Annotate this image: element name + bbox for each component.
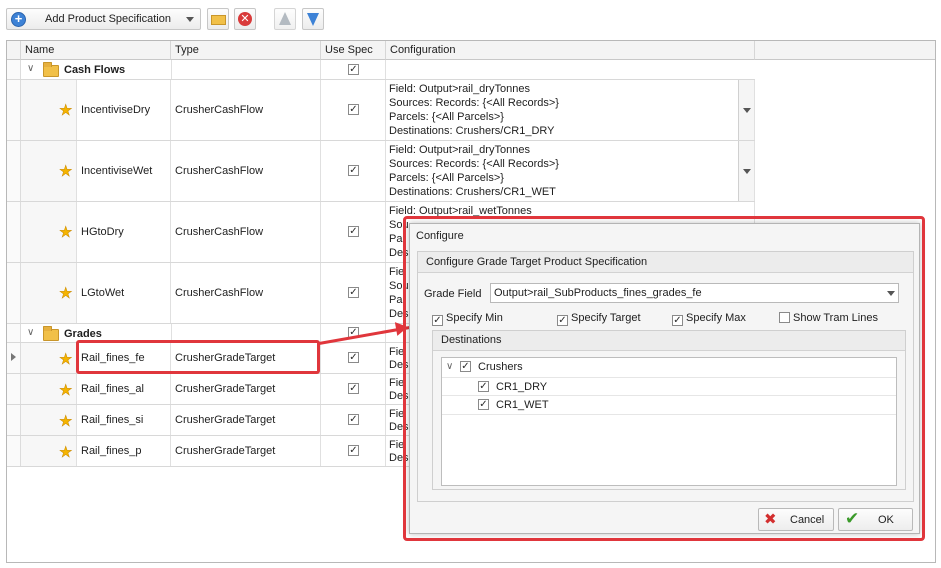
star-icon: ★ xyxy=(59,444,73,462)
config-dropdown-button[interactable] xyxy=(738,141,754,201)
star-icon: ★ xyxy=(59,102,73,120)
configuration-header-label: Configuration xyxy=(390,44,456,56)
type-cell: CrusherCashFlow xyxy=(175,226,264,238)
star-icon: ★ xyxy=(59,224,73,242)
row-indicator xyxy=(7,263,21,323)
configuration-cell[interactable]: Field: Output>rail_dryTonnes Sources: Re… xyxy=(386,141,755,201)
star-icon: ★ xyxy=(59,413,73,431)
star-icon: ★ xyxy=(59,163,73,181)
config-dropdown-button[interactable] xyxy=(738,80,754,140)
add-product-specification-label: Add Product Specification xyxy=(45,13,171,25)
group-row-cash-flows[interactable]: ∨ Cash Flows xyxy=(7,60,755,80)
type-header-label: Type xyxy=(175,44,199,56)
use-spec-checkbox[interactable] xyxy=(348,64,359,75)
configuration-column-header[interactable]: Configuration xyxy=(386,41,755,60)
row-indicator xyxy=(7,405,21,435)
row-indicator xyxy=(7,343,21,373)
delete-button[interactable]: ✕ xyxy=(234,8,256,30)
row-indicator xyxy=(7,60,21,79)
row-indicator xyxy=(7,80,21,140)
use-spec-header-label: Use Spec xyxy=(325,44,373,56)
row-indicator xyxy=(7,324,21,342)
add-product-specification-button[interactable]: + Add Product Specification xyxy=(6,8,201,30)
current-row-arrow-icon xyxy=(11,353,16,361)
open-folder-button[interactable] xyxy=(207,8,229,30)
chevron-down-icon[interactable] xyxy=(186,17,194,22)
star-icon: ★ xyxy=(59,285,73,303)
dialog-highlight-callout xyxy=(403,216,925,541)
use-spec-checkbox[interactable] xyxy=(348,287,359,298)
group-title: Grades xyxy=(64,328,102,340)
table-row[interactable]: ★ IncentiviseWet CrusherCashFlow Field: … xyxy=(7,141,755,202)
toolbar: + Add Product Specification ✕ xyxy=(0,0,941,37)
row-indicator xyxy=(7,436,21,466)
name-cell: Rail_fines_al xyxy=(81,383,144,395)
move-down-button[interactable] xyxy=(302,8,324,30)
name-cell: HGtoDry xyxy=(81,226,124,238)
use-spec-checkbox[interactable] xyxy=(348,165,359,176)
use-spec-checkbox[interactable] xyxy=(348,226,359,237)
name-header-label: Name xyxy=(25,44,55,56)
table-row[interactable]: ★ IncentiviseDry CrusherCashFlow Field: … xyxy=(7,80,755,141)
folder-icon xyxy=(43,62,59,77)
move-up-button[interactable] xyxy=(274,8,296,30)
type-cell: CrusherCashFlow xyxy=(175,104,264,116)
use-spec-checkbox[interactable] xyxy=(348,445,359,456)
delete-icon: ✕ xyxy=(238,12,252,26)
type-cell: CrusherGradeTarget xyxy=(175,414,276,426)
star-icon: ★ xyxy=(59,382,73,400)
arrow-up-icon xyxy=(279,12,291,25)
type-column-header[interactable]: Type xyxy=(171,41,321,60)
row-highlight-callout xyxy=(76,340,320,374)
config-line: Sources: Records: {<All Records>} xyxy=(389,97,559,109)
star-icon: ★ xyxy=(59,351,73,369)
type-cell: CrusherCashFlow xyxy=(175,165,264,177)
name-cell: Rail_fines_p xyxy=(81,445,142,457)
name-cell: LGtoWet xyxy=(81,287,125,299)
use-spec-checkbox[interactable] xyxy=(348,104,359,115)
chevron-down-icon[interactable]: ∨ xyxy=(27,63,34,74)
config-line: Field: Output>rail_dryTonnes xyxy=(389,144,530,156)
config-line: Parcels: {<All Parcels>} xyxy=(389,172,504,184)
name-cell: IncentiviseWet xyxy=(81,165,153,177)
group-type-cell xyxy=(171,60,321,79)
folder-open-icon xyxy=(211,15,226,25)
group-title: Cash Flows xyxy=(64,64,126,76)
row-indicator xyxy=(7,374,21,404)
use-spec-checkbox[interactable] xyxy=(348,414,359,425)
type-cell: CrusherGradeTarget xyxy=(175,383,276,395)
configuration-cell[interactable]: Field: Output>rail_dryTonnes Sources: Re… xyxy=(386,80,755,140)
chevron-down-icon[interactable]: ∨ xyxy=(27,327,34,338)
group-use-spec-cell xyxy=(321,60,386,79)
use-spec-checkbox[interactable] xyxy=(348,383,359,394)
type-cell: CrusherCashFlow xyxy=(175,287,264,299)
type-cell: CrusherGradeTarget xyxy=(175,445,276,457)
name-cell: IncentiviseDry xyxy=(81,104,151,116)
name-cell: Rail_fines_si xyxy=(81,414,144,426)
name-column-header[interactable]: Name xyxy=(21,41,171,60)
row-indicator xyxy=(7,202,21,262)
arrow-down-icon xyxy=(307,13,319,26)
config-line: Sources: Records: {<All Records>} xyxy=(389,158,559,170)
add-icon: + xyxy=(11,12,26,27)
config-line: Parcels: {<All Parcels>} xyxy=(389,111,504,123)
use-spec-checkbox[interactable] xyxy=(348,352,359,363)
config-line: Destinations: Crushers/CR1_WET xyxy=(389,186,556,198)
config-line: Destinations: Crushers/CR1_DRY xyxy=(389,125,555,137)
row-indicator-header xyxy=(7,41,21,60)
config-line: Field: Output>rail_dryTonnes xyxy=(389,83,530,95)
folder-icon xyxy=(43,326,59,341)
use-spec-column-header[interactable]: Use Spec xyxy=(321,41,386,60)
empty-column-header xyxy=(755,41,935,60)
row-indicator xyxy=(7,141,21,201)
